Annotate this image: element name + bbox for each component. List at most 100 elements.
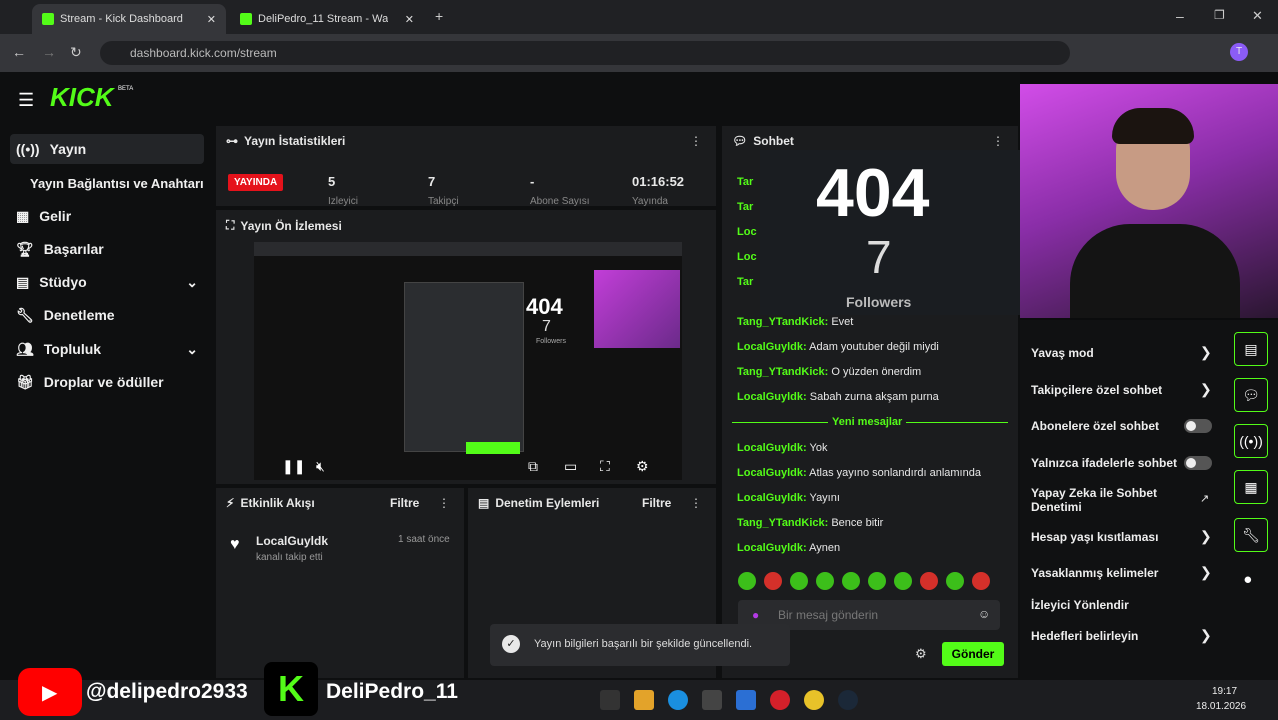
settings-gear-icon[interactable]: ⚙ <box>636 458 649 475</box>
taskbar-apps <box>600 690 900 710</box>
new-tab-icon[interactable]: + <box>435 8 443 24</box>
chevron-right-icon[interactable]: ❯ <box>1200 344 1212 361</box>
more-options-icon[interactable]: ⋮ <box>690 134 702 148</box>
setting-account-age[interactable]: Hesap yaşı kısıtlaması <box>1031 530 1158 544</box>
sidebar-item-studyo[interactable]: ▤ Stüdyo ⌄ <box>10 267 204 297</box>
theater-icon[interactable]: ▭ <box>564 458 577 475</box>
setting-slow-mode[interactable]: Yavaş mod <box>1031 346 1094 360</box>
chat-icon[interactable]: 💬︎ <box>1234 378 1268 412</box>
edge-icon[interactable] <box>668 690 688 710</box>
chevron-right-icon[interactable]: ❯ <box>1200 381 1212 398</box>
setting-goals[interactable]: Hedefleri belirleyin <box>1031 629 1138 643</box>
stat-subs: - <box>530 174 535 189</box>
chat-message: LocalGuyldk: Yok <box>737 442 828 454</box>
url-field[interactable]: dashboard.kick.com/stream <box>100 41 1070 65</box>
chat-message: Tang_YTandKick: O yüzden önerdim <box>737 366 922 378</box>
profile-avatar[interactable]: T <box>1230 43 1248 61</box>
send-button[interactable]: Gönder <box>942 642 1004 666</box>
kick-logo[interactable]: KICK <box>50 82 114 113</box>
setting-followers-only[interactable]: Takipçilere özel sohbet <box>1031 383 1162 397</box>
sidebar-item-yayin[interactable]: ((•)) Yayın <box>10 134 204 164</box>
setting-emotes-only: Yalnızca ifadelerle sohbet <box>1031 456 1178 470</box>
stream-preview-panel: ⛶ Yayın Ön İzlemesi 404 7 Followers ❚❚ 🔇︎… <box>216 210 716 484</box>
minimize-icon[interactable]: – <box>1176 8 1184 24</box>
tab-kick-dashboard[interactable]: Stream - Kick Dashboard ✕ <box>32 4 226 34</box>
check-icon: ✓ <box>502 635 520 653</box>
wrench-icon[interactable]: 🔧︎ <box>1234 518 1268 552</box>
chat-message: LocalGuyldk: Adam youtuber değil miydi <box>737 341 939 353</box>
stat-label: Yayında <box>632 196 668 206</box>
sidebar-item-basarilar[interactable]: 🏆︎ Başarılar <box>10 234 204 264</box>
new-messages-label: Yeni mesajlar <box>828 416 907 428</box>
sidebar-item-denetleme[interactable]: 🔧︎ Denetleme <box>10 300 204 330</box>
mail-icon[interactable] <box>736 690 756 710</box>
layout-icon[interactable]: ▦ <box>1234 470 1268 504</box>
emote-icon[interactable] <box>842 572 860 590</box>
sidebar-item-gelir[interactable]: ▦ Gelir <box>10 201 204 231</box>
stat-label: Abone Sayısı <box>530 196 590 206</box>
filter-button[interactable]: Filtre <box>642 496 671 510</box>
restore-icon[interactable]: ❐ <box>1214 8 1225 22</box>
filter-button[interactable]: Filtre <box>390 496 419 510</box>
pause-icon[interactable]: ❚❚ <box>282 458 305 475</box>
close-tab-icon[interactable]: ✕ <box>405 13 414 26</box>
live-badge: YAYINDA <box>228 174 284 191</box>
sidebar-item-topluluk[interactable]: 👥︎ Topluluk ⌄ <box>10 334 204 364</box>
tab-bar: Stream - Kick Dashboard ✕ DeliPedro_11 S… <box>0 0 1278 34</box>
chrome-icon[interactable] <box>804 690 824 710</box>
steam-icon[interactable] <box>838 690 858 710</box>
emote-icon[interactable] <box>764 572 782 590</box>
back-icon[interactable]: ← <box>12 44 26 60</box>
chevron-down-icon: ⌄ <box>186 340 198 357</box>
reload-icon[interactable]: ↻ <box>70 44 82 61</box>
chat-message: LocalGuyldk: Yayını <box>737 492 840 504</box>
emotes-only-toggle[interactable] <box>1184 456 1212 470</box>
emote-icon[interactable] <box>868 572 886 590</box>
close-tab-icon[interactable]: ✕ <box>207 13 216 26</box>
pip-icon[interactable]: ⧉ <box>528 458 538 475</box>
tab-delipedro-stream[interactable]: DeliPedro_11 Stream - Watch Li... ✕ <box>230 4 424 34</box>
stat-viewers: 5 <box>328 174 336 189</box>
toast-notification: ✓ Yayın bilgileri başarılı bir şekilde g… <box>490 624 790 666</box>
notes-icon[interactable]: ▤ <box>1234 332 1268 366</box>
chevron-right-icon[interactable]: ❯ <box>1200 564 1212 581</box>
forward-icon[interactable]: → <box>42 44 56 60</box>
share-icon[interactable]: ⚫︎ <box>1242 572 1254 589</box>
opera-icon[interactable] <box>770 690 790 710</box>
emote-icon[interactable] <box>920 572 938 590</box>
external-link-icon[interactable]: ↗ <box>1200 492 1209 505</box>
sidebar-item-stream-key[interactable]: Yayın Bağlantısı ve Anahtarı <box>24 168 214 198</box>
setting-banned-words[interactable]: Yasaklanmış kelimeler <box>1031 566 1158 580</box>
heart-icon: ♥ <box>230 536 240 553</box>
folder-icon[interactable] <box>634 690 654 710</box>
emoji-icon[interactable]: ☺ <box>978 607 990 621</box>
chevron-right-icon[interactable]: ❯ <box>1200 627 1212 644</box>
app-icon[interactable] <box>600 690 620 710</box>
emote-icon[interactable] <box>738 572 756 590</box>
mute-icon[interactable]: 🔇︎ <box>316 458 325 475</box>
fullscreen-icon[interactable]: ⛶ <box>600 458 610 475</box>
emote-icon[interactable] <box>946 572 964 590</box>
preview-video[interactable]: 404 7 Followers ❚❚ 🔇︎ ⧉ ▭ ⛶ ⚙ <box>254 242 682 480</box>
setting-ai-moderation[interactable]: Yapay Zeka ile Sohbet Denetimi <box>1031 486 1181 514</box>
hamburger-menu-icon[interactable]: ☰ <box>18 90 34 111</box>
broadcast-icon: ((•)) <box>16 141 40 157</box>
play-icon: ▶ <box>42 682 58 704</box>
subscribers-only-toggle[interactable] <box>1184 419 1212 433</box>
more-options-icon[interactable]: ⋮ <box>438 496 450 510</box>
emote-icon[interactable] <box>972 572 990 590</box>
broadcast-icon[interactable]: ((•)) <box>1234 424 1268 458</box>
chat-settings-icon[interactable]: ⚙ <box>915 646 927 662</box>
studio-icon: ▤ <box>16 273 30 290</box>
more-options-icon[interactable]: ⋮ <box>690 496 702 510</box>
chevron-right-icon[interactable]: ❯ <box>1200 528 1212 545</box>
store-icon[interactable] <box>702 690 722 710</box>
toast-text: Yayın bilgileri başarılı bir şekilde gün… <box>534 638 753 650</box>
setting-redirect-viewers[interactable]: İzleyici Yönlendir <box>1031 598 1129 612</box>
emote-icon[interactable] <box>790 572 808 590</box>
sidebar-item-droplar[interactable]: 🎁︎ Droplar ve ödüller <box>10 367 204 397</box>
emote-icon[interactable] <box>894 572 912 590</box>
more-options-icon[interactable]: ⋮ <box>992 134 1004 148</box>
close-window-icon[interactable]: ✕ <box>1252 8 1263 24</box>
emote-icon[interactable] <box>816 572 834 590</box>
